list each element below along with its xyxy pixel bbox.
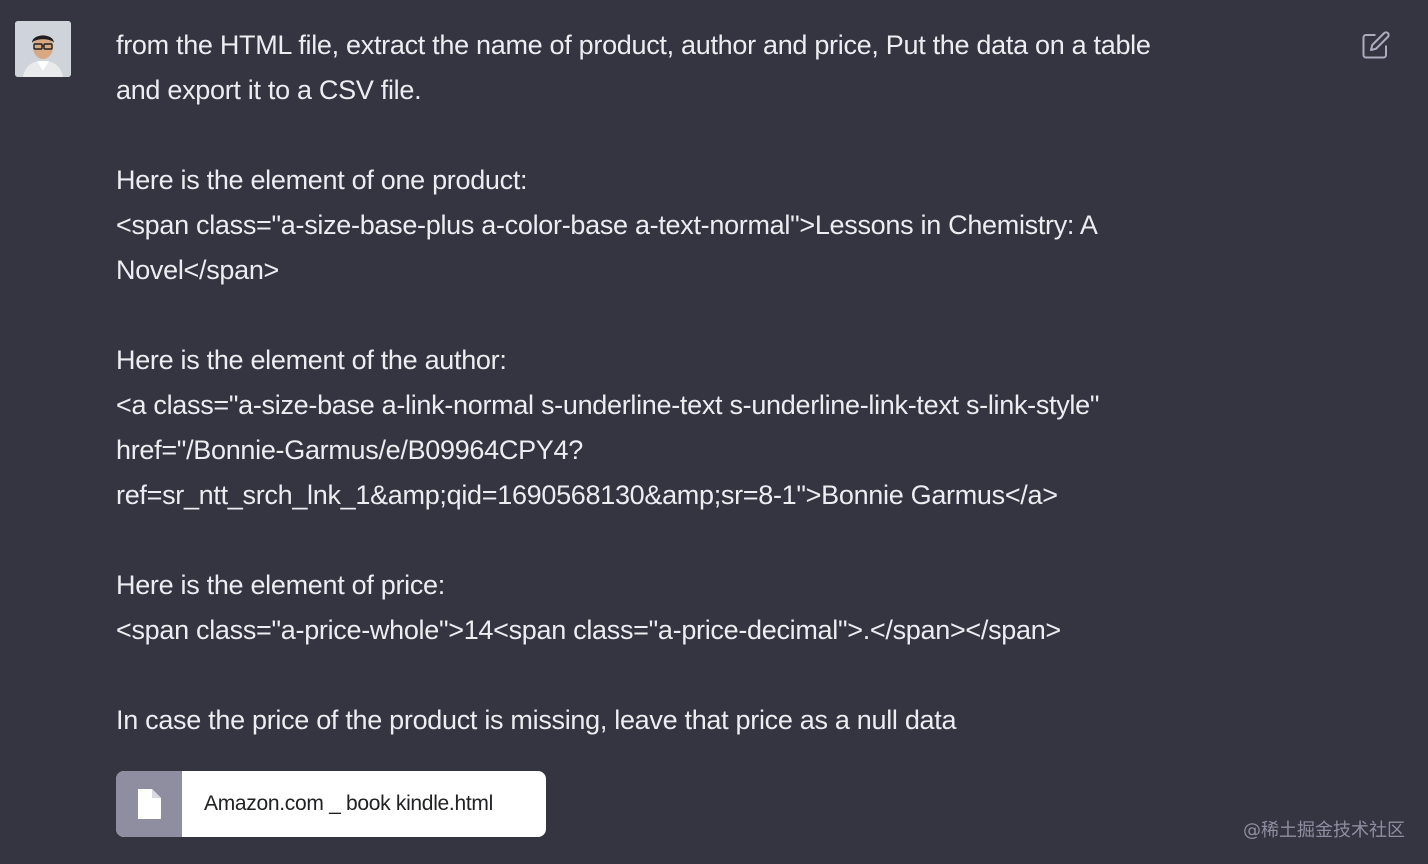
user-avatar [15,21,71,77]
message-line: Here is the element of the author: [116,345,507,375]
file-icon-container [116,771,182,837]
message-line: Here is the element of one product: [116,165,528,195]
file-icon [138,789,161,819]
message-line: In case the price of the product is miss… [116,705,957,735]
message-line: from the HTML file, extract the name of … [116,30,1151,60]
user-message: from the HTML file, extract the name of … [116,23,1316,743]
message-line: <span class="a-size-base-plus a-color-ba… [116,210,1098,240]
file-name: Amazon.com _ book kindle.html [204,792,493,815]
message-line: and export it to a CSV file. [116,75,422,105]
avatar-icon [15,21,71,77]
edit-message-button[interactable] [1360,29,1392,61]
file-attachment[interactable]: Amazon.com _ book kindle.html [116,771,546,837]
message-line: <span class="a-price-whole">14<span clas… [116,615,1061,645]
message-line: Novel</span> [116,255,280,285]
message-line: Here is the element of price: [116,570,445,600]
watermark: @稀土掘金技术社区 [1243,820,1405,841]
message-line: href="/Bonnie-Garmus/e/B09964CPY4? [116,435,583,465]
message-line: <a class="a-size-base a-link-normal s-un… [116,390,1100,420]
message-line: ref=sr_ntt_srch_lnk_1&amp;qid=1690568130… [116,480,1058,510]
edit-icon [1362,31,1390,59]
